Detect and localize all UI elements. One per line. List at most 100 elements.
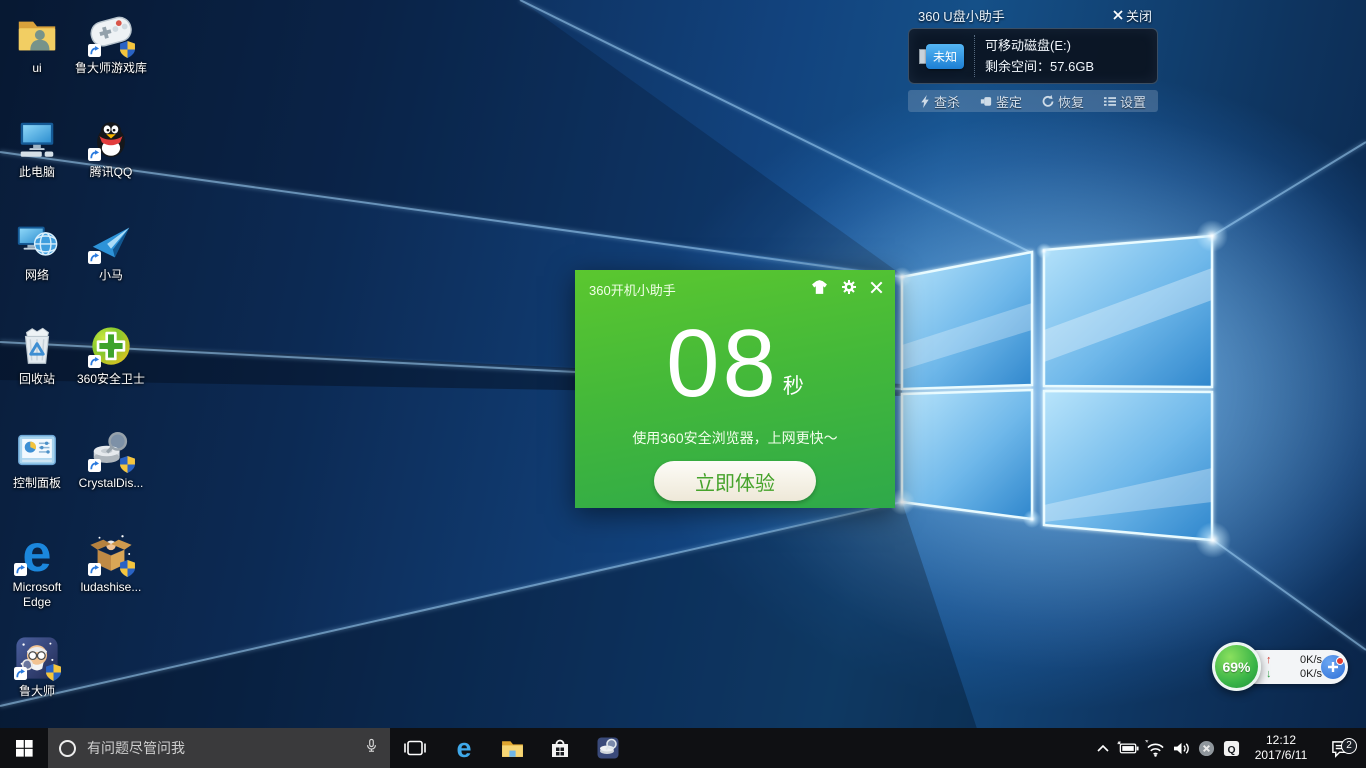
upload-speed: 0K/s — [1300, 653, 1322, 667]
desktop-icon-label: 控制面板 — [1, 476, 73, 491]
taskbar-app-file-explorer[interactable] — [488, 728, 536, 768]
tray-q-app-icon[interactable]: Q — [1218, 740, 1244, 757]
tray-chevron-up-icon[interactable] — [1092, 744, 1114, 753]
shortcut-arrow-icon — [88, 148, 101, 161]
desktop-icon-xiaoma[interactable]: 小马 — [75, 219, 147, 283]
download-speed: 0K/s — [1300, 667, 1322, 681]
cortana-icon — [59, 740, 76, 757]
shortcut-arrow-icon — [88, 251, 101, 264]
desktop-icon-ludashi[interactable]: 鲁大师 — [1, 635, 73, 699]
skin-icon[interactable] — [811, 280, 828, 300]
action-center-button[interactable]: 2 — [1318, 739, 1362, 758]
windows-logo-icon — [16, 740, 33, 757]
desktop-icon-ui[interactable]: ui — [1, 12, 73, 76]
boot-seconds-unit: 秒 — [783, 370, 804, 400]
desktop-icon-label: 腾讯QQ — [75, 165, 147, 180]
notification-dot — [1336, 657, 1344, 665]
desktop-icon-label: 鲁大师 — [1, 684, 73, 699]
gamepad-icon — [88, 12, 134, 58]
clock-date: 2017/6/11 — [1244, 748, 1318, 763]
usb-assistant-popup: 360 U盘小助手 关闭 未知 可移动磁盘(E:) 剩余空间：57.6GB 查杀 — [908, 4, 1158, 112]
tray-status-x-icon[interactable] — [1194, 740, 1218, 757]
acceleration-ball[interactable]: 69% — [1212, 642, 1261, 691]
clock-time: 12:12 — [1244, 733, 1318, 748]
desktop-icon-label: 网络 — [1, 268, 73, 283]
360-shield-ball-icon — [88, 323, 134, 369]
upload-arrow-icon: ↑ — [1266, 653, 1272, 667]
desktop-icon-360-safe[interactable]: 360安全卫士 — [75, 323, 147, 387]
desktop-icon-label: 鲁大师游戏库 — [75, 61, 147, 76]
usb-popup-close-button[interactable]: 关闭 — [1113, 6, 1152, 25]
network-globe-icon — [14, 219, 60, 265]
task-view-button[interactable] — [390, 728, 440, 768]
add-button[interactable] — [1321, 655, 1345, 679]
usb-free-space: 剩余空间：57.6GB — [985, 56, 1094, 77]
close-icon — [1113, 10, 1123, 20]
paper-plane-icon — [88, 219, 134, 265]
usb-drive-icon: 未知 — [919, 44, 964, 69]
control-panel-icon — [14, 427, 60, 473]
usb-settings-button[interactable]: 设置 — [1104, 92, 1146, 111]
shortcut-arrow-icon — [88, 459, 101, 472]
microphone-icon[interactable] — [364, 736, 379, 760]
wifi-icon[interactable]: * — [1142, 740, 1168, 757]
search-input[interactable] — [85, 739, 355, 757]
memory-percent: 69% — [1222, 659, 1250, 675]
desktop-icon-crystaldiskinfo[interactable]: CrystalDis... — [75, 427, 147, 491]
download-arrow-icon: ↓ — [1266, 667, 1272, 681]
disk-tool-icon — [596, 736, 620, 760]
ludashi-master-icon — [14, 635, 60, 681]
cortana-search-box[interactable] — [48, 728, 390, 768]
usb-restore-button[interactable]: 恢复 — [1042, 92, 1084, 111]
file-explorer-icon — [500, 736, 525, 761]
settings-list-icon — [1104, 96, 1116, 107]
taskbar-clock[interactable]: 12:12 2017/6/11 — [1244, 733, 1318, 763]
usb-drive-badge: 未知 — [926, 44, 964, 69]
usb-popup-toolbar: 查杀 鉴定 恢复 设置 — [908, 90, 1158, 112]
desktop-icon-network[interactable]: 网络 — [1, 219, 73, 283]
lightning-icon — [920, 95, 930, 108]
desktop-icon-label: 回收站 — [1, 372, 73, 387]
shortcut-arrow-icon — [14, 667, 27, 680]
qq-penguin-icon — [88, 116, 134, 162]
desktop-icon-control-panel[interactable]: 控制面板 — [1, 427, 73, 491]
gear-icon[interactable] — [841, 279, 857, 300]
close-icon[interactable] — [870, 281, 883, 299]
taskbar-app-edge[interactable]: e — [440, 728, 488, 768]
desktop-icon-qq[interactable]: 腾讯QQ — [75, 116, 147, 180]
desktop-icon-label: 此电脑 — [1, 165, 73, 180]
divider — [974, 35, 975, 77]
boot-seconds: 08 — [666, 314, 779, 414]
desktop-icon-label: Microsoft Edge — [1, 580, 73, 610]
taskbar-app-store[interactable] — [536, 728, 584, 768]
battery-charging-icon[interactable] — [1114, 741, 1142, 755]
user-folder-icon — [14, 12, 60, 58]
desktop-icon-label: CrystalDis... — [75, 476, 147, 491]
desktop-icon-label: ludashise... — [75, 580, 147, 595]
shortcut-arrow-icon — [88, 563, 101, 576]
edge-logo-icon: e — [14, 531, 60, 577]
boot-time-display: 08 秒 — [575, 304, 895, 414]
usb-scan-button[interactable]: 查杀 — [920, 92, 960, 111]
desktop-icon-label: 360安全卫士 — [75, 372, 147, 387]
desktop-icon-recycle-bin[interactable]: 回收站 — [1, 323, 73, 387]
start-button[interactable] — [0, 728, 48, 768]
notification-badge: 2 — [1341, 738, 1357, 754]
desktop-icon-this-pc[interactable]: 此电脑 — [1, 116, 73, 180]
usb-popup-title: 360 U盘小助手 — [918, 6, 1005, 25]
volume-icon[interactable] — [1168, 741, 1194, 756]
boot-assistant-popup: 360开机小助手 08 秒 使用360安全浏览器，上网更快～ 立即体验 — [575, 270, 895, 508]
usb-drive-panel[interactable]: 未知 可移动磁盘(E:) 剩余空间：57.6GB — [908, 28, 1158, 84]
desktop-icon-label: ui — [1, 61, 73, 76]
try-now-button[interactable]: 立即体验 — [654, 461, 816, 501]
desktop-icon-edge[interactable]: e Microsoft Edge — [1, 531, 73, 610]
usb-popup-titlebar: 360 U盘小助手 关闭 — [908, 4, 1158, 26]
restore-icon — [1042, 95, 1054, 107]
desktop-icon-installer-box[interactable]: ludashise... — [75, 531, 147, 595]
taskbar: e * Q — [0, 728, 1366, 768]
recycle-bin-icon — [14, 323, 60, 369]
usb-verify-button[interactable]: 鉴定 — [980, 92, 1022, 111]
taskbar-app-crystaldiskinfo[interactable] — [584, 728, 632, 768]
computer-icon — [14, 116, 60, 162]
desktop-icon-game-library[interactable]: 鲁大师游戏库 — [75, 12, 147, 76]
